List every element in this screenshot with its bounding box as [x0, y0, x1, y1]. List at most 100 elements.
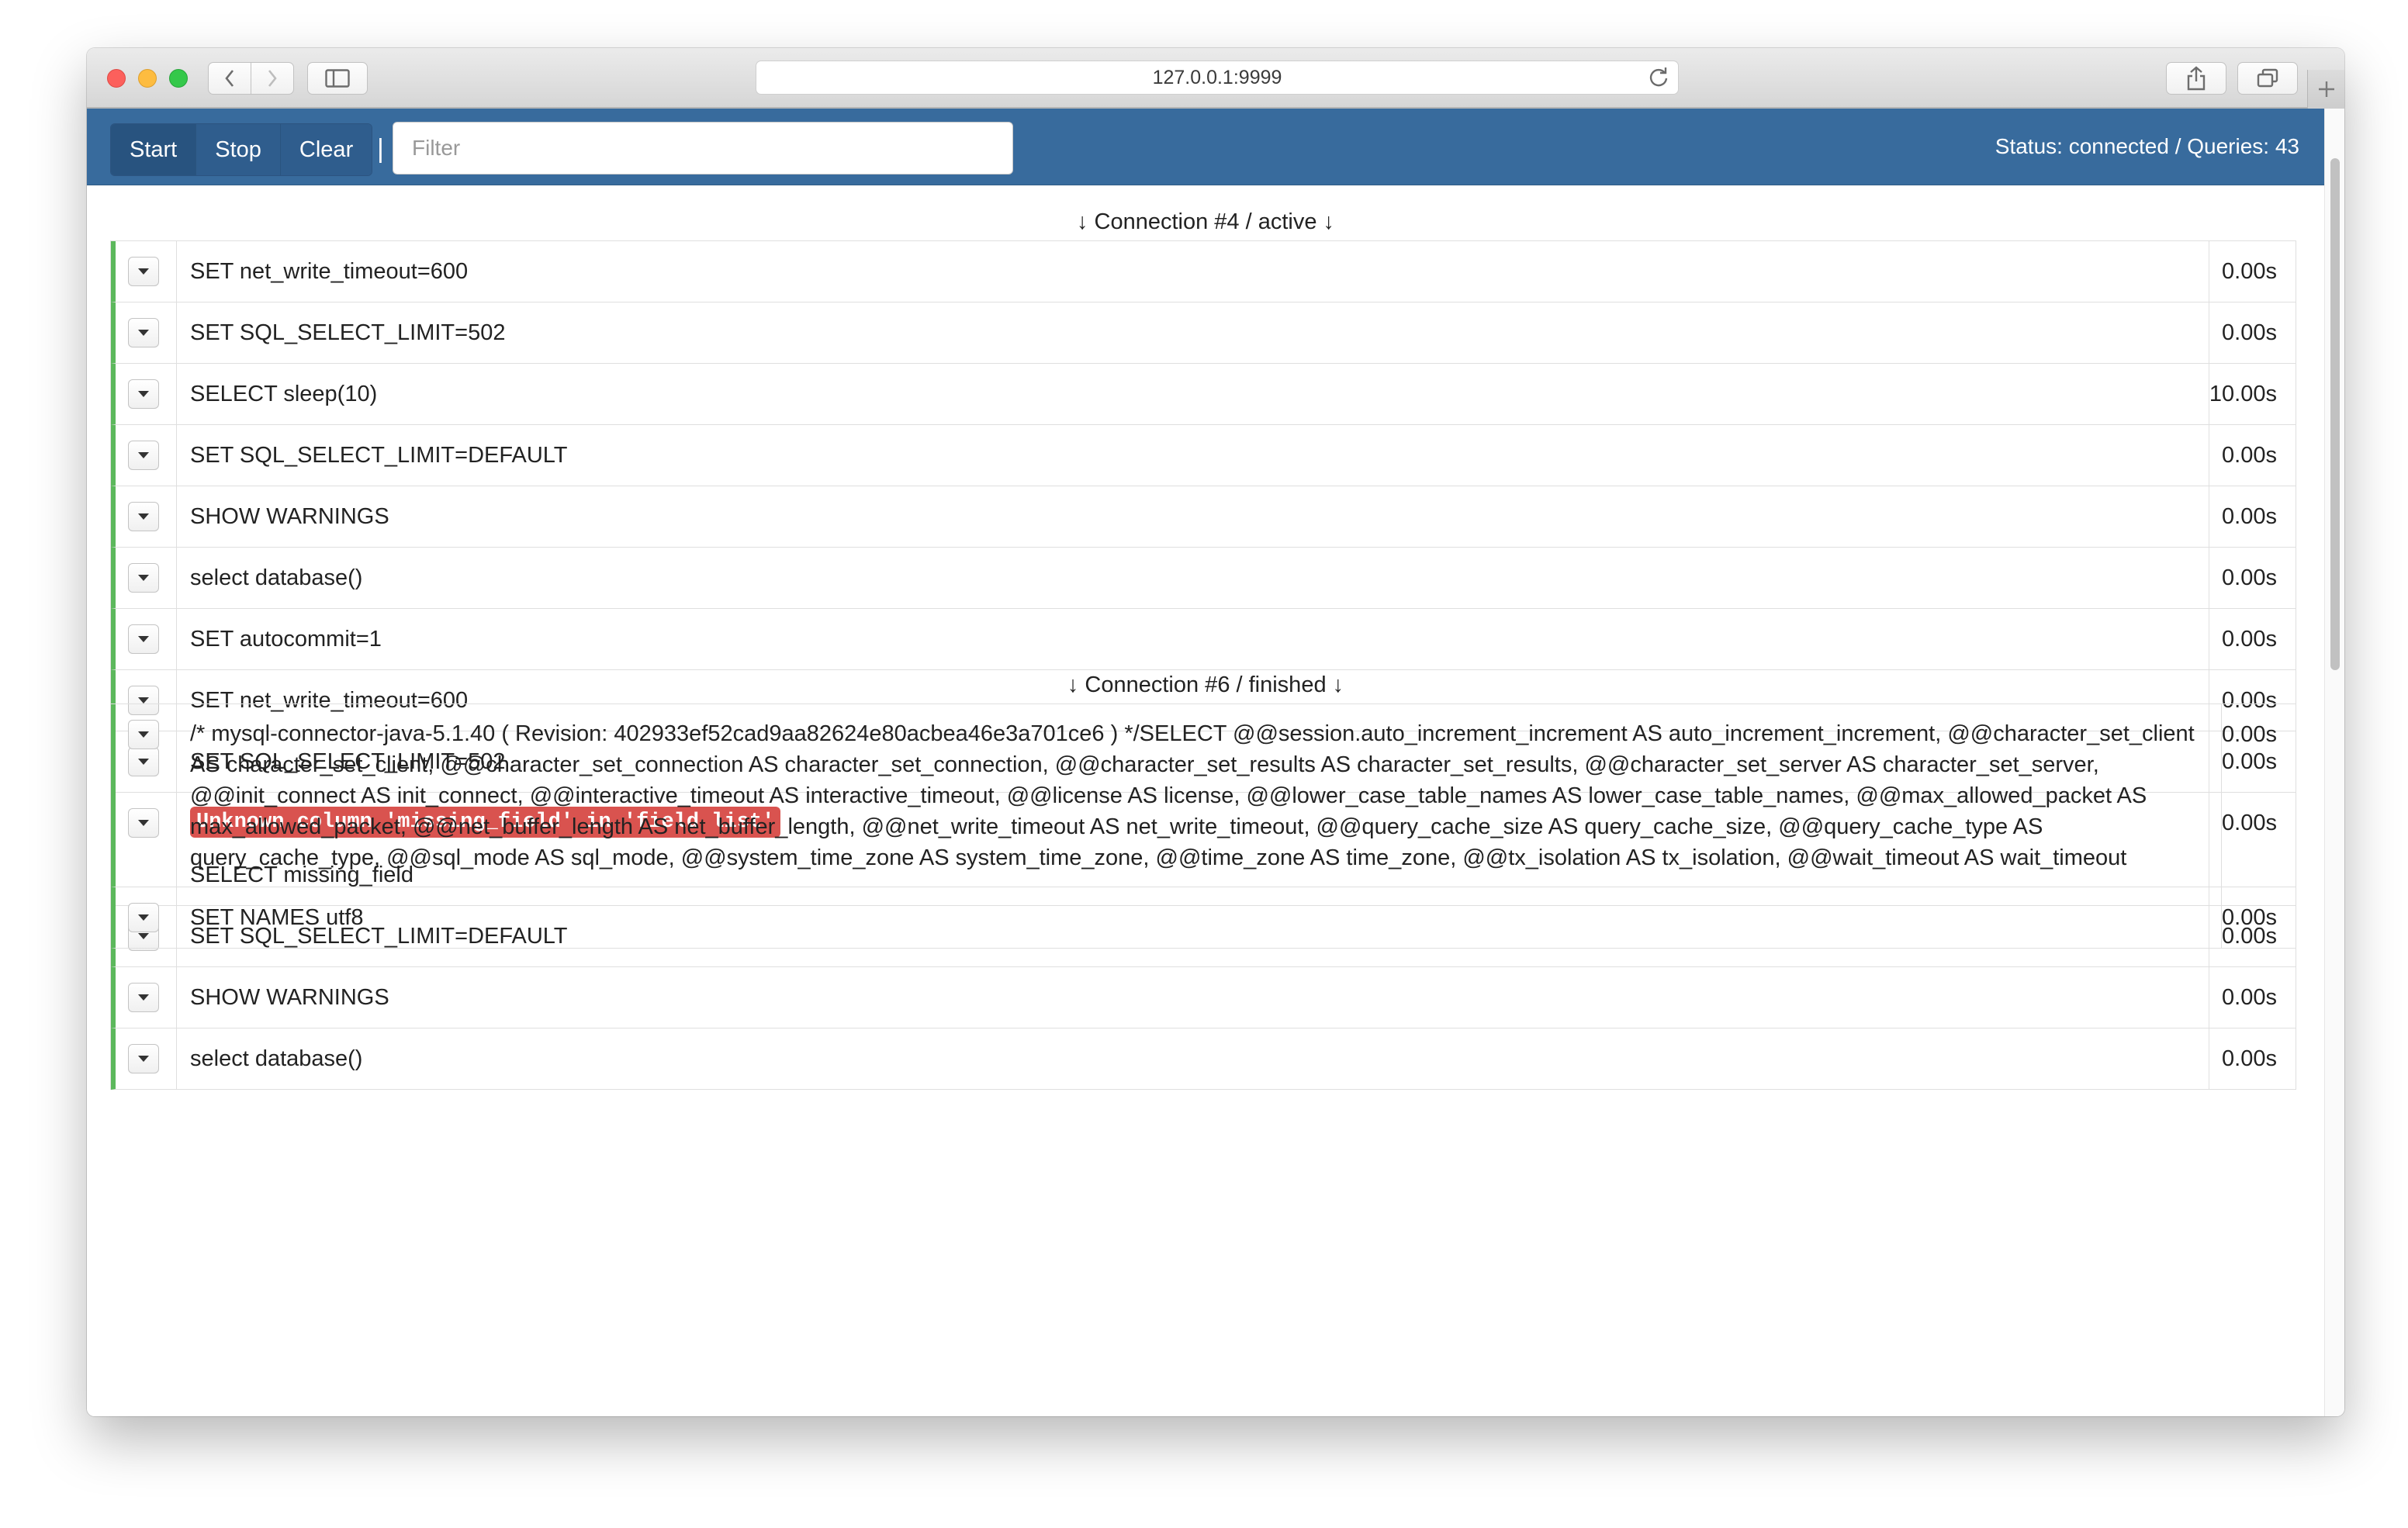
query-text: SET NAMES utf8 [190, 905, 364, 930]
query-cell-divider [176, 1028, 177, 1089]
caret-down-icon [138, 268, 149, 275]
query-text: select database() [190, 1046, 363, 1071]
expand-query-button[interactable] [128, 983, 159, 1012]
expand-query-button[interactable] [128, 563, 159, 593]
query-row: SHOW WARNINGS 0.00s [111, 486, 2296, 548]
caret-down-icon [138, 914, 149, 921]
query-duration: 10.00s [2209, 382, 2277, 406]
caret-down-icon [138, 731, 149, 738]
connection-heading: ↓ Connection #4 / active ↓ [1076, 209, 1335, 234]
sidebar-toggle-button[interactable] [307, 62, 368, 95]
control-button-group: Start Stop Clear [110, 123, 373, 176]
expand-query-button[interactable] [128, 720, 159, 749]
expand-query-button[interactable] [128, 1044, 159, 1073]
start-button[interactable]: Start [111, 124, 197, 175]
query-duration: 0.00s [2222, 320, 2277, 345]
caret-down-icon [138, 636, 149, 642]
caret-down-icon [138, 575, 149, 581]
toolbar-separator: | [377, 134, 384, 164]
query-row: SET autocommit=1 0.00s [111, 609, 2296, 670]
caret-down-icon [138, 391, 149, 397]
navbar: Start Stop Clear | Status: connected / Q… [87, 109, 2324, 185]
query-row: select database() 0.00s [111, 548, 2296, 609]
stop-button[interactable]: Stop [196, 124, 281, 175]
new-tab-button[interactable] [2307, 70, 2344, 109]
sidebar-icon [325, 69, 350, 88]
connection-query-list: /* mysql-connector-java-5.1.40 ( Revisio… [110, 704, 2296, 949]
plus-icon [2319, 81, 2334, 97]
expand-query-button[interactable] [128, 379, 159, 409]
caret-down-icon [138, 452, 149, 458]
query-duration: 0.00s [2222, 985, 2277, 1010]
query-row: SELECT sleep(10) 10.00s [111, 364, 2296, 425]
query-row: SET NAMES utf8 0.00s [111, 887, 2296, 949]
query-row: select database() 0.00s [111, 1028, 2296, 1090]
query-text: SET net_write_timeout=600 [190, 259, 469, 284]
browser-window: 127.0.0.1:9999 Start Stop Clear | Status… [87, 48, 2344, 1416]
query-duration: 0.00s [2222, 443, 2277, 468]
minimize-window-button[interactable] [138, 69, 157, 88]
filter-input[interactable] [393, 122, 1013, 175]
show-tabs-button[interactable] [2237, 62, 2298, 95]
query-cell-divider [176, 364, 177, 424]
query-duration: 0.00s [2222, 1046, 2277, 1071]
url-text: 127.0.0.1:9999 [1152, 66, 1282, 88]
scrollbar-thumb[interactable] [2330, 158, 2340, 670]
share-icon [2187, 66, 2206, 91]
query-text: SET autocommit=1 [190, 627, 382, 652]
connection-query-list: SET net_write_timeout=600 0.00s SET SQL_SE… [110, 240, 2296, 1090]
query-duration: 0.00s [2222, 259, 2277, 284]
query-duration: 0.00s [2222, 722, 2277, 747]
query-row: SHOW WARNINGS 0.00s [111, 967, 2296, 1028]
query-duration: 0.00s [2222, 905, 2277, 930]
query-text: /* mysql-connector-java-5.1.40 ( Revisio… [190, 721, 2195, 870]
query-row: SET SQL_SELECT_LIMIT=502 0.00s [111, 302, 2296, 364]
query-text: SHOW WARNINGS [190, 985, 389, 1010]
expand-query-button[interactable] [128, 318, 159, 347]
tabs-icon [2257, 68, 2278, 88]
caret-down-icon [138, 330, 149, 336]
query-row: /* mysql-connector-java-5.1.40 ( Revisio… [111, 704, 2296, 887]
query-cell-divider [176, 486, 177, 547]
query-text: select database() [190, 565, 363, 590]
query-cell-divider [176, 548, 177, 608]
clear-button[interactable]: Clear [280, 124, 372, 175]
query-text: SELECT sleep(10) [190, 382, 378, 406]
query-row: SET SQL_SELECT_LIMIT=DEFAULT 0.00s [111, 425, 2296, 486]
back-button[interactable] [208, 62, 251, 95]
close-window-button[interactable] [107, 69, 126, 88]
query-cell-divider [176, 302, 177, 363]
caret-down-icon [138, 697, 149, 704]
back-icon [225, 70, 234, 87]
expand-query-button[interactable] [128, 624, 159, 654]
query-duration: 0.00s [2222, 504, 2277, 529]
expand-query-button[interactable] [128, 441, 159, 470]
zoom-window-button[interactable] [169, 69, 188, 88]
query-text: SET SQL_SELECT_LIMIT=502 [190, 320, 506, 345]
title-bar: 127.0.0.1:9999 [87, 48, 2344, 109]
expand-query-button[interactable] [128, 257, 159, 286]
caret-down-icon [138, 513, 149, 520]
query-text: SHOW WARNINGS [190, 504, 389, 529]
vertical-scrollbar[interactable] [2324, 109, 2344, 1416]
query-text: SET SQL_SELECT_LIMIT=DEFAULT [190, 443, 568, 468]
caret-down-icon [138, 1056, 149, 1062]
query-duration: 0.00s [2222, 627, 2277, 652]
query-duration: 0.00s [2222, 565, 2277, 590]
query-cell-divider [176, 967, 177, 1028]
query-cell-divider [176, 425, 177, 486]
expand-query-button[interactable] [128, 502, 159, 531]
share-button[interactable] [2166, 62, 2226, 95]
status-text: Status: connected / Queries: 43 [1995, 134, 2299, 158]
forward-button[interactable] [251, 62, 294, 95]
reload-icon[interactable] [1647, 66, 1670, 89]
query-cell-divider [176, 887, 177, 948]
expand-query-button[interactable] [128, 903, 159, 932]
connection-heading: ↓ Connection #6 / finished ↓ [1067, 672, 1344, 697]
query-cell-divider [176, 609, 177, 669]
query-row: SET net_write_timeout=600 0.00s [111, 241, 2296, 302]
query-cell-divider [176, 704, 177, 887]
caret-down-icon [138, 994, 149, 1001]
query-cell-divider [176, 241, 177, 302]
address-bar[interactable]: 127.0.0.1:9999 [756, 60, 1679, 95]
